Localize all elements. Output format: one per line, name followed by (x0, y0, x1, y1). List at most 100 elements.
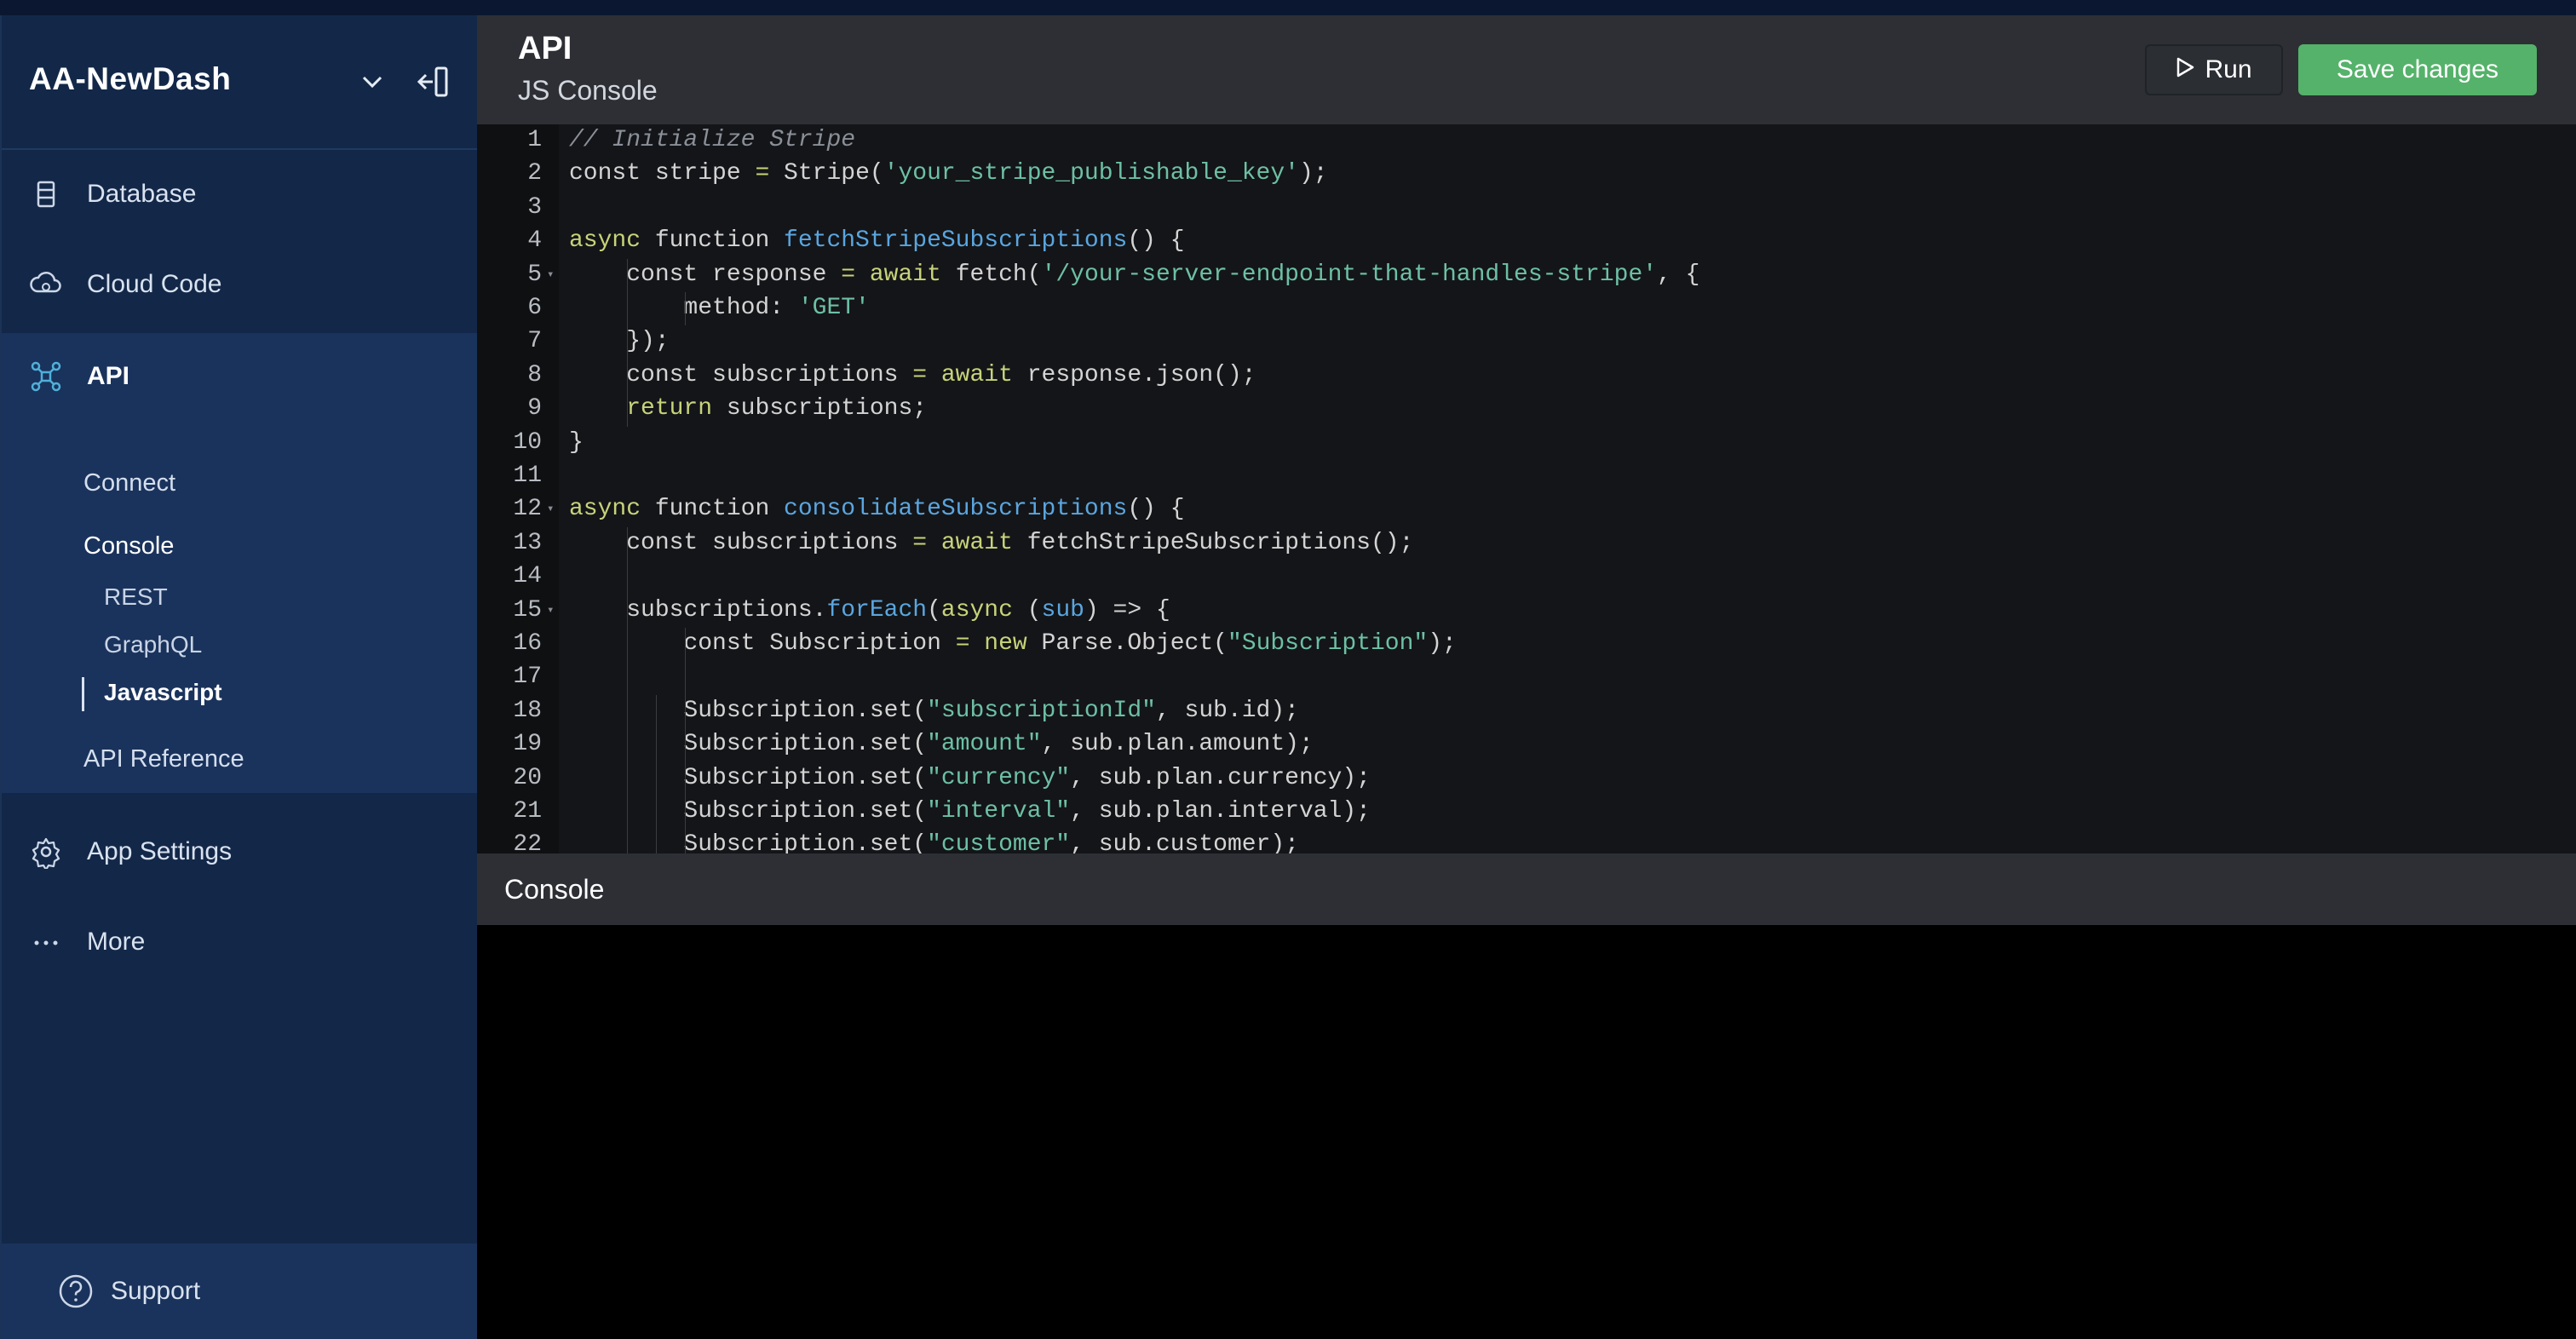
line-number: 8 (527, 361, 542, 388)
code-line[interactable]: 1 // Initialize Stripe (477, 124, 2576, 157)
code-line[interactable]: 6 method: 'GET' (477, 292, 2576, 325)
console-header: Console (477, 853, 2576, 925)
code-token: new (969, 630, 1027, 657)
code-token: = (912, 529, 928, 556)
code-line[interactable]: 9 return subscriptions; (477, 393, 2576, 425)
code-token: ) => { (1084, 596, 1170, 624)
code-text: } (569, 427, 584, 459)
fold-toggle-icon[interactable]: ▾ (547, 595, 554, 627)
code-token: () { (1127, 496, 1185, 523)
code-text: const subscriptions = await fetchStripeS… (569, 527, 1413, 560)
code-line[interactable]: 7 }); (477, 325, 2576, 358)
code-text: method: 'GET' (569, 292, 870, 325)
api-section: API Connect Console REST GraphQL Javascr… (2, 333, 479, 793)
line-number: 6 (527, 295, 542, 321)
page-subtitle: JS Console (518, 75, 658, 106)
save-changes-button[interactable]: Save changes (2298, 44, 2537, 95)
sidebar-item-api[interactable]: API (2, 333, 479, 420)
code-token: await (927, 529, 1013, 556)
code-token: , sub.plan.interval); (1070, 798, 1371, 825)
code-line[interactable]: 12 ▾ async function consolidateSubscriptio… (477, 493, 2576, 526)
code-line[interactable]: 17 (477, 661, 2576, 693)
code-token: } (569, 428, 584, 456)
sidebar-item-label: Database (87, 180, 197, 208)
sidebar: AA-NewDash Database Cloud Code API Conne… (0, 15, 479, 1339)
code-token: Subscription.set( (569, 731, 928, 758)
code-token: }); (569, 328, 670, 355)
code-token: "subscriptionId" (927, 697, 1156, 724)
code-token: Stripe( (769, 160, 884, 187)
code-line[interactable]: 5 ▾ const response = await fetch('/your-s… (477, 259, 2576, 291)
line-number: 14 (513, 563, 542, 590)
app-name: AA-NewDash (29, 61, 232, 96)
code-token: , sub.plan.currency); (1070, 764, 1371, 791)
code-text: Subscription.set("currency", sub.plan.cu… (569, 762, 1371, 795)
indent-guide (685, 292, 686, 326)
code-line[interactable]: 8 const subscriptions = await response.j… (477, 359, 2576, 392)
code-line[interactable]: 21 Subscription.set("interval", sub.plan… (477, 796, 2576, 828)
code-line[interactable]: 15 ▾ subscriptions.forEach(async (sub) =>… (477, 595, 2576, 627)
code-token: fetch( (940, 261, 1042, 288)
collapse-sidebar-icon[interactable] (416, 63, 450, 101)
sidebar-subitem-api-reference[interactable]: API Reference (83, 745, 244, 773)
sidebar-item-more[interactable]: More (2, 898, 479, 986)
sidebar-subitem-graphql[interactable]: GraphQL (104, 631, 202, 658)
code-text: async function consolidateSubscriptions(… (569, 493, 1185, 526)
code-line[interactable]: 18 Subscription.set("subscriptionId", su… (477, 695, 2576, 727)
line-number: 2 (527, 160, 542, 187)
app-switcher-chevron-down-icon[interactable] (359, 65, 385, 99)
code-token: "Subscription" (1227, 630, 1429, 657)
sidebar-item-cloud-code[interactable]: Cloud Code (2, 240, 479, 329)
line-number: 19 (513, 731, 542, 758)
line-number: 15 (513, 596, 542, 624)
code-text: return subscriptions; (569, 393, 927, 425)
code-token: return (569, 395, 713, 422)
code-token: const subscriptions (569, 529, 913, 556)
code-line[interactable]: 3 (477, 192, 2576, 224)
code-line[interactable]: 22 Subscription.set("customer", sub.cust… (477, 829, 2576, 853)
api-icon (29, 359, 63, 394)
code-token: function (641, 496, 785, 523)
code-line[interactable]: 20 Subscription.set("currency", sub.plan… (477, 762, 2576, 795)
run-button[interactable]: Run (2145, 44, 2283, 95)
code-token: fetchStripeSubscriptions(); (1012, 529, 1414, 556)
code-token: ); (1428, 630, 1457, 657)
code-token: ); (1298, 160, 1328, 187)
sidebar-subitem-console[interactable]: Console (83, 532, 174, 560)
code-token: subscriptions. (569, 596, 827, 624)
code-token: const stripe (569, 160, 756, 187)
line-number: 12 (513, 496, 542, 523)
code-token: Subscription.set( (569, 697, 928, 724)
code-line[interactable]: 16 const Subscription = new Parse.Object… (477, 628, 2576, 660)
sidebar-subitem-rest[interactable]: REST (104, 583, 168, 611)
code-line[interactable]: 13 const subscriptions = await fetchStri… (477, 527, 2576, 560)
main-panel: API JS Console Run Save changes 1 // Init… (477, 15, 2576, 1339)
sidebar-item-database[interactable]: Database (2, 150, 479, 238)
line-number: 9 (527, 395, 542, 422)
code-line[interactable]: 10} (477, 427, 2576, 459)
code-token: "currency" (927, 764, 1071, 791)
code-token: 'GET' (797, 295, 870, 321)
code-token: forEach (826, 596, 928, 624)
sidebar-item-app-settings[interactable]: App Settings (2, 807, 479, 896)
code-token: Parse.Object( (1026, 630, 1228, 657)
sidebar-subitem-connect[interactable]: Connect (83, 469, 175, 497)
fold-toggle-icon[interactable]: ▾ (547, 259, 554, 291)
code-text: const Subscription = new Parse.Object("S… (569, 628, 1457, 660)
code-line[interactable]: 14 (477, 560, 2576, 593)
code-line[interactable]: 19 Subscription.set("amount", sub.plan.a… (477, 728, 2576, 761)
code-line[interactable]: 2 const stripe = Stripe('your_stripe_publ… (477, 158, 2576, 190)
code-line[interactable]: 4 async function fetchStripeSubscriptions… (477, 225, 2576, 257)
sidebar-subitem-javascript[interactable]: Javascript (104, 679, 222, 706)
code-token: Subscription.set( (569, 764, 928, 791)
code-line[interactable]: 11 (477, 460, 2576, 492)
code-text: Subscription.set("customer", sub.custome… (569, 829, 1299, 853)
code-token: () { (1127, 227, 1185, 255)
code-text: Subscription.set("subscriptionId", sub.i… (569, 695, 1299, 727)
code-token: , { (1657, 261, 1700, 288)
support-button[interactable]: Support (2, 1244, 479, 1339)
line-number: 10 (513, 428, 542, 456)
fold-toggle-icon[interactable]: ▾ (547, 493, 554, 526)
code-editor[interactable]: 1 // Initialize Stripe 2 const stripe = Str… (477, 124, 2576, 853)
top-strip (0, 0, 2576, 15)
